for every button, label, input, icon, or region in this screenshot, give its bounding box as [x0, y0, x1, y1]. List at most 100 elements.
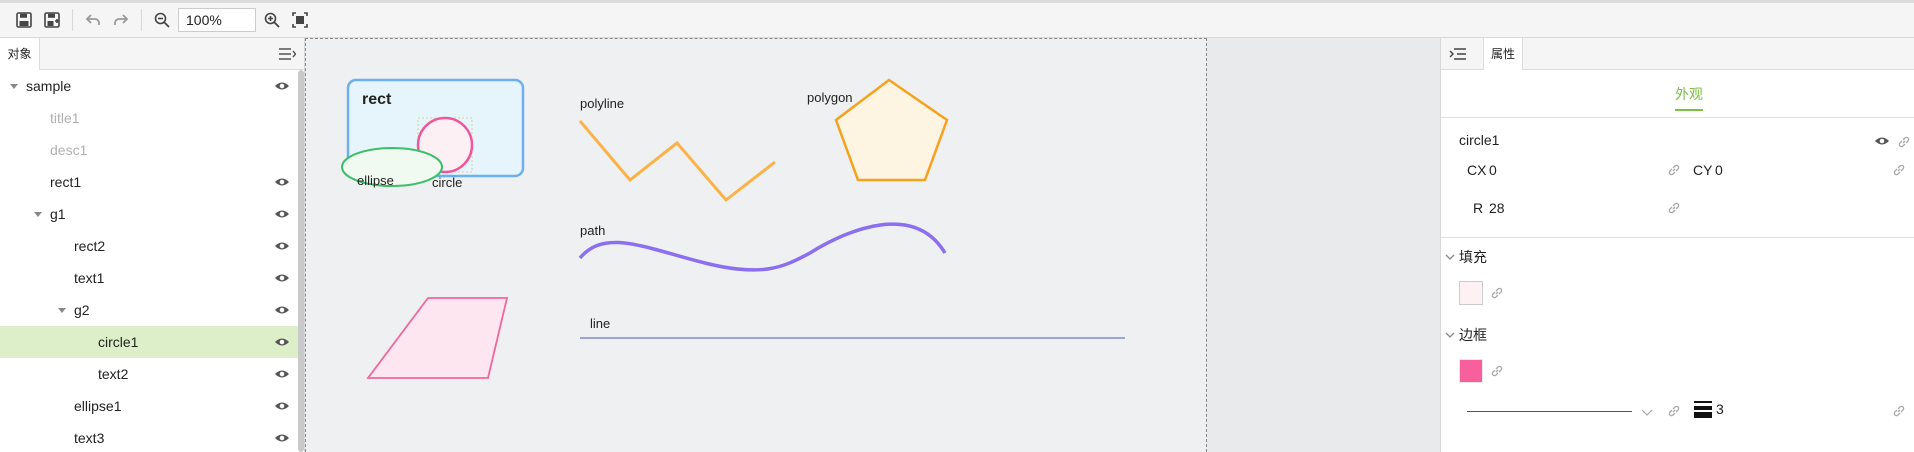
tree-scrollbar[interactable]	[298, 70, 304, 452]
visibility-eye-icon[interactable]	[274, 335, 290, 349]
divider	[1441, 237, 1914, 238]
r-label: R	[1473, 200, 1484, 216]
stroke-width-input[interactable]: 3	[1716, 401, 1724, 417]
redo-icon[interactable]	[107, 6, 135, 34]
cx-link-icon[interactable]	[1667, 163, 1681, 177]
zoom-input[interactable]	[178, 8, 256, 32]
fill-section-title[interactable]: 填充	[1459, 247, 1487, 267]
save-icon[interactable]	[10, 6, 38, 34]
visibility-eye-icon[interactable]	[274, 431, 290, 445]
cx-input[interactable]: 0	[1489, 162, 1497, 178]
toolbar-separator	[141, 9, 142, 31]
cx-label: CX	[1467, 162, 1487, 178]
stroke-color-swatch[interactable]	[1459, 359, 1483, 383]
properties-panel-tabs: 属性	[1441, 38, 1914, 70]
fill-link-icon[interactable]	[1490, 286, 1504, 300]
visibility-eye-icon[interactable]	[274, 399, 290, 413]
visibility-eye-icon[interactable]	[1874, 134, 1890, 148]
stroke-width-icon	[1694, 400, 1712, 418]
tree-item-label: rect1	[50, 174, 82, 190]
visibility-eye-icon[interactable]	[274, 239, 290, 253]
chevron-down-icon[interactable]	[1445, 327, 1455, 338]
zoom-in-icon[interactable]	[258, 6, 286, 34]
visibility-eye-icon[interactable]	[274, 367, 290, 381]
save-as-icon[interactable]	[38, 6, 66, 34]
stroke-style-link-icon[interactable]	[1667, 404, 1681, 418]
r-link-icon[interactable]	[1667, 201, 1681, 215]
tab-properties[interactable]: 属性	[1483, 38, 1523, 70]
expand-arrow-icon[interactable]	[8, 80, 20, 92]
tree-item-label: rect2	[74, 238, 106, 254]
tree-item[interactable]: desc1	[0, 134, 304, 166]
chevron-down-icon[interactable]	[1445, 249, 1455, 260]
fit-screen-icon[interactable]	[286, 6, 314, 34]
divider	[1441, 117, 1914, 118]
expand-arrow-icon[interactable]	[56, 304, 68, 316]
polyline-label: polyline	[580, 96, 624, 111]
ellipse-label: ellipse	[357, 173, 394, 188]
tree-item[interactable]: text2	[0, 358, 304, 390]
visibility-eye-icon[interactable]	[274, 303, 290, 317]
tree-item[interactable]: circle1	[0, 326, 304, 358]
cy-label: CY	[1693, 162, 1713, 178]
tree-item[interactable]: g1	[0, 198, 304, 230]
visibility-eye-icon[interactable]	[274, 271, 290, 285]
zoom-out-icon[interactable]	[148, 6, 176, 34]
tree-item[interactable]: text3	[0, 422, 304, 452]
tree-item[interactable]: g2	[0, 294, 304, 326]
canvas-drawing[interactable]: rect ellipse circle polyline polygon pat…	[305, 38, 1440, 452]
link-icon[interactable]	[1897, 135, 1911, 149]
objects-panel: 对象 sample title1 desc1 rect1 g1 rect2 text1 g2 c…	[0, 38, 305, 452]
panel-menu-icon[interactable]	[278, 46, 297, 62]
r-input[interactable]: 28	[1489, 200, 1505, 216]
chevron-down-icon[interactable]	[1641, 404, 1653, 416]
polyline-shape[interactable]	[578, 120, 776, 203]
polygon-shape[interactable]	[834, 78, 949, 182]
stroke-style-select[interactable]	[1467, 411, 1632, 412]
tree-item-label: text3	[74, 430, 105, 446]
tab-appearance-underline	[1675, 109, 1703, 111]
toolbar	[0, 0, 1914, 38]
tree-item-label: ellipse1	[74, 398, 122, 414]
visibility-eye-icon[interactable]	[274, 175, 290, 189]
cy-input[interactable]: 0	[1715, 162, 1723, 178]
properties-panel: 属性 外观 circle1 CX 0 CY 0 R 28 填充 边框 3	[1440, 38, 1914, 452]
tab-appearance[interactable]: 外观	[1675, 84, 1703, 104]
rect-label: rect	[362, 91, 392, 108]
objects-panel-tabs: 对象	[0, 38, 304, 70]
circle-label: circle	[432, 175, 462, 190]
stroke-link-icon[interactable]	[1490, 364, 1504, 378]
path-shape[interactable]	[578, 222, 947, 272]
undo-icon[interactable]	[79, 6, 107, 34]
tree-item-label: text2	[98, 366, 129, 382]
indent-icon[interactable]	[1449, 46, 1467, 62]
tree-item[interactable]: text1	[0, 262, 304, 294]
canvas-area[interactable]: rect ellipse circle polyline polygon pat…	[305, 38, 1440, 452]
tab-objects[interactable]: 对象	[0, 38, 40, 70]
object-tree: sample title1 desc1 rect1 g1 rect2 text1 g2 circ…	[0, 70, 304, 452]
tree-item[interactable]: ellipse1	[0, 390, 304, 422]
tree-item[interactable]: title1	[0, 102, 304, 134]
cy-link-icon[interactable]	[1892, 163, 1906, 177]
fill-color-swatch[interactable]	[1459, 281, 1483, 305]
parallelogram-shape[interactable]	[366, 297, 509, 379]
stroke-section-title[interactable]: 边框	[1459, 325, 1487, 345]
expand-arrow-icon[interactable]	[32, 208, 44, 220]
stroke-width-link-icon[interactable]	[1892, 404, 1906, 418]
tree-item[interactable]: sample	[0, 70, 304, 102]
tree-item[interactable]: rect2	[0, 230, 304, 262]
tree-item-label: title1	[50, 110, 80, 126]
tree-item[interactable]: rect1	[0, 166, 304, 198]
polygon-label: polygon	[807, 90, 853, 105]
tree-item-label: g1	[50, 206, 66, 222]
visibility-eye-icon[interactable]	[274, 207, 290, 221]
visibility-eye-icon[interactable]	[274, 79, 290, 93]
